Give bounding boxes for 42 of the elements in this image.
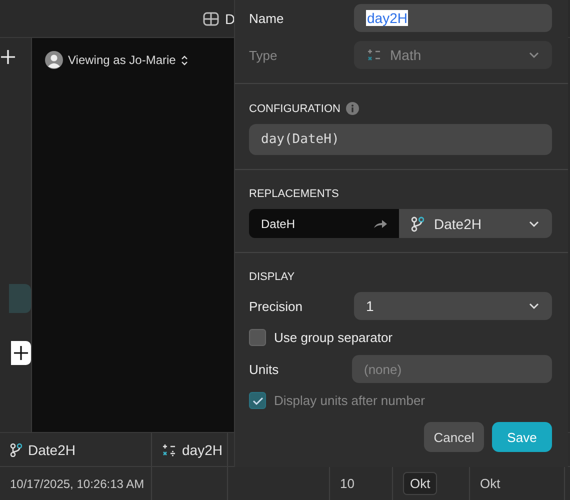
- math-icon: [162, 442, 176, 456]
- replacement-select[interactable]: Date2H: [399, 209, 552, 238]
- layout-icon[interactable]: [203, 12, 219, 26]
- table-cell: Okt: [480, 476, 500, 491]
- check-icon: [252, 396, 264, 406]
- section-heading: CONFIGURATION: [249, 102, 340, 114]
- field-label: Units: [249, 362, 280, 376]
- column-header[interactable]: day2H: [152, 433, 228, 466]
- math-icon: [366, 48, 382, 62]
- precision-select[interactable]: 1: [354, 292, 552, 320]
- table-cell: 10: [340, 476, 354, 491]
- table-cell: 10/17/2025, 10:26:13 AM: [10, 476, 144, 490]
- chevron-down-icon: [528, 302, 540, 310]
- section-heading: REPLACEMENTS: [249, 188, 339, 200]
- add-button[interactable]: [11, 341, 31, 365]
- sort-icon[interactable]: [180, 54, 188, 66]
- cancel-button[interactable]: Cancel: [424, 422, 484, 452]
- field-label: Type: [249, 48, 278, 62]
- units-field[interactable]: (none): [352, 355, 552, 383]
- replacement-source: DateH: [249, 209, 399, 238]
- branch-icon: [10, 442, 22, 456]
- field-label: Precision: [249, 298, 304, 314]
- checkbox-label: Display units after number: [274, 393, 426, 408]
- viewing-as-label[interactable]: Viewing as Jo-Marie: [68, 53, 176, 67]
- name-field[interactable]: day2H: [354, 4, 552, 32]
- page-title: D: [225, 10, 236, 26]
- checkbox-label: Use group separator: [274, 330, 393, 345]
- add-icon[interactable]: [1, 50, 15, 64]
- chevron-down-icon: [528, 220, 540, 228]
- column-title: Date2H: [28, 442, 76, 458]
- column-header[interactable]: Date2H: [0, 433, 152, 466]
- value-tag: Okt: [403, 472, 438, 495]
- arrow-icon: [374, 218, 387, 228]
- branch-icon: [411, 216, 424, 232]
- checkbox[interactable]: [249, 329, 266, 346]
- formula-field[interactable]: day(DateH): [249, 124, 552, 155]
- column-title: day2H: [182, 442, 222, 458]
- avatar-icon: [45, 51, 63, 69]
- chevron-down-icon: [528, 51, 540, 59]
- info-icon[interactable]: [346, 102, 360, 115]
- field-label: Name: [249, 10, 285, 26]
- section-heading: DISPLAY: [249, 271, 295, 283]
